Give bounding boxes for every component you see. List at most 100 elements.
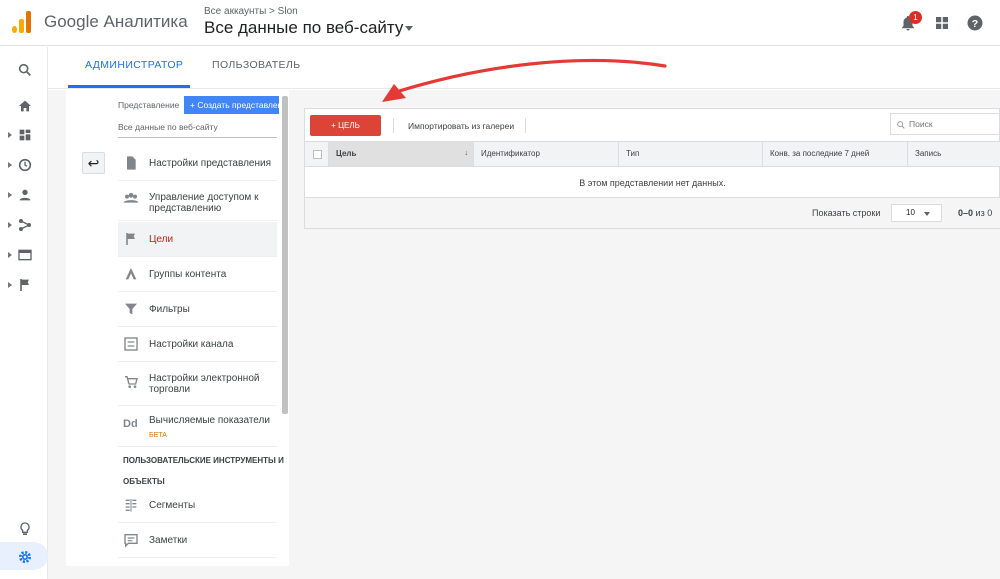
expand-caret-icon[interactable] <box>8 222 12 228</box>
expand-caret-icon[interactable] <box>8 162 12 168</box>
expand-caret-icon[interactable] <box>8 252 12 258</box>
back-arrow-button[interactable]: ↩ <box>82 152 105 174</box>
cart-icon <box>125 376 138 388</box>
panel-scrollbar[interactable] <box>282 96 288 414</box>
audience-icon[interactable] <box>17 187 33 203</box>
menu-item-calculated-metrics[interactable]: Dd Вычисляемые показатели БЕТА <box>118 407 277 447</box>
search-icon <box>897 121 905 129</box>
breadcrumb[interactable]: Все аккаунты > Slon <box>204 6 298 17</box>
toolbar-divider <box>393 118 394 133</box>
column-label: Запись <box>915 149 942 158</box>
column-goal[interactable]: Цель ↓ <box>329 142 474 166</box>
arrow-left-icon: ↩ <box>87 155 100 171</box>
section-heading: ПОЛЬЗОВАТЕЛЬСКИЕ ИНСТРУМЕНТЫ И <box>123 456 284 465</box>
menu-item-channel-settings[interactable]: Настройки канала <box>118 327 277 362</box>
menu-item-label: Настройки канала <box>149 339 234 350</box>
people-icon <box>123 193 139 203</box>
search-input[interactable] <box>909 117 995 131</box>
chevron-down-icon <box>924 212 930 216</box>
table-footer: Показать строки 10 0–0 из 0 <box>305 198 1000 228</box>
empty-table-message: В этом представлении нет данных. <box>305 168 1000 198</box>
column-conversions[interactable]: Конв. за последние 7 дней <box>763 142 908 166</box>
menu-item-access[interactable]: Управление доступом к представлению <box>118 181 277 221</box>
menu-item-content-groups[interactable]: Группы контента <box>118 257 277 292</box>
conversions-flag-icon[interactable] <box>17 277 33 293</box>
search-field[interactable] <box>890 113 1000 135</box>
menu-item-label: Настройки представления <box>149 158 271 169</box>
flag-icon <box>126 233 135 245</box>
document-icon <box>127 156 136 170</box>
tab-user[interactable]: ПОЛЬЗОВАТЕЛЬ <box>212 59 301 71</box>
column-recording[interactable]: Запись <box>908 142 1000 166</box>
customization-icon[interactable] <box>17 127 33 143</box>
menu-item-label: Заметки <box>149 535 188 546</box>
left-navigation <box>0 47 48 579</box>
behavior-icon[interactable] <box>17 247 33 263</box>
menu-item-label: Сегменты <box>149 500 196 511</box>
menu-item-label: Вычисляемые показатели <box>149 415 270 426</box>
realtime-icon[interactable] <box>17 157 33 173</box>
menu-item-label: Группы контента <box>149 269 227 280</box>
svg-text:?: ? <box>972 18 978 30</box>
range-total: из 0 <box>975 208 993 218</box>
apps-grid-icon[interactable] <box>933 14 951 32</box>
create-view-button[interactable]: + Создать представление <box>184 96 279 114</box>
menu-item-view-settings[interactable]: Настройки представления <box>118 146 277 181</box>
select-all-cell <box>305 142 329 166</box>
toolbar-divider <box>525 118 526 133</box>
menu-item-label: Управление доступом к представлению <box>149 192 259 214</box>
search-icon[interactable] <box>17 62 33 78</box>
filter-icon <box>125 303 137 315</box>
menu-item-segments[interactable]: Сегменты <box>118 488 277 523</box>
annotation-arrow-icon <box>382 58 667 102</box>
new-goal-button[interactable]: + ЦЕЛЬ <box>310 115 381 136</box>
menu-item-label: Фильтры <box>149 304 190 315</box>
pagination-range: 0–0 из 0 <box>958 208 992 218</box>
expand-caret-icon[interactable] <box>8 192 12 198</box>
chevron-down-icon[interactable] <box>405 26 413 31</box>
home-icon[interactable] <box>17 98 33 114</box>
sort-arrow-icon: ↓ <box>464 150 469 157</box>
product-name[interactable]: Google Аналитика <box>44 12 188 32</box>
view-dropdown[interactable]: Все данные по веб-сайту <box>118 122 277 138</box>
rows-per-page-select[interactable]: 10 <box>891 204 942 222</box>
rows-per-page-value: 10 <box>906 208 915 217</box>
dd-icon: Dd <box>123 418 138 430</box>
admin-gear-icon[interactable] <box>17 549 33 565</box>
channel-icon <box>124 337 138 351</box>
segments-icon <box>125 499 137 512</box>
rows-per-page-label: Показать строки <box>812 208 881 218</box>
menu-item-label: Цели <box>149 234 174 245</box>
beta-badge: БЕТА <box>149 432 167 439</box>
active-tab-indicator <box>68 85 190 88</box>
top-bar: Google Аналитика Все аккаунты > Slon Все… <box>0 0 1000 46</box>
expand-caret-icon[interactable] <box>8 282 12 288</box>
column-label: Тип <box>626 149 640 158</box>
column-label: Идентификатор <box>481 149 540 158</box>
view-selector[interactable]: Все данные по веб-сайту <box>204 18 403 38</box>
expand-caret-icon[interactable] <box>8 132 12 138</box>
menu-item-notes[interactable]: Заметки <box>118 523 277 558</box>
column-type[interactable]: Тип <box>619 142 763 166</box>
menu-item-goals[interactable]: Цели <box>118 222 277 257</box>
analytics-logo-icon[interactable] <box>12 11 32 33</box>
range-value: 0–0 <box>958 208 974 218</box>
column-label: Цель <box>336 149 357 158</box>
tab-admin[interactable]: АДМИНИСТРАТОР <box>85 59 183 71</box>
select-all-checkbox[interactable] <box>313 150 322 159</box>
acquisition-icon[interactable] <box>17 217 33 233</box>
column-label: Конв. за последние 7 дней <box>770 149 870 158</box>
help-icon[interactable]: ? <box>966 14 984 32</box>
table-header: Цель ↓ Идентификатор Тип Конв. за послед… <box>305 141 1000 167</box>
import-from-gallery-link[interactable]: Импортировать из галереи <box>408 121 514 131</box>
view-column-label: Представление <box>118 100 180 110</box>
content-group-icon <box>125 268 137 280</box>
discover-lightbulb-icon[interactable] <box>17 521 33 537</box>
section-heading: ОБЪЕКТЫ <box>123 477 165 486</box>
notes-icon <box>124 534 138 548</box>
notification-badge: 1 <box>909 11 922 24</box>
menu-item-filters[interactable]: Фильтры <box>118 292 277 327</box>
menu-item-label: Настройки электронной торговли <box>149 373 260 395</box>
menu-item-ecommerce[interactable]: Настройки электронной торговли <box>118 362 277 406</box>
column-id[interactable]: Идентификатор <box>474 142 619 166</box>
